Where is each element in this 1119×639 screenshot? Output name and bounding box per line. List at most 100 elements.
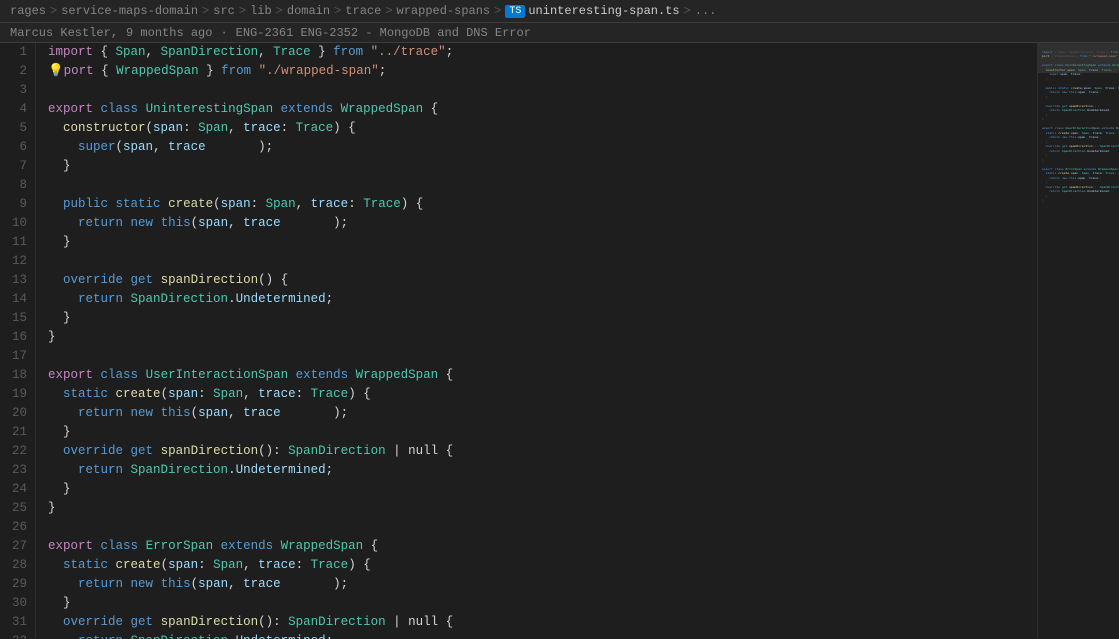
token-prop: Undetermined	[236, 632, 326, 639]
code-editor[interactable]: 1234567891011121314151617181920212223242…	[0, 43, 1037, 639]
breadcrumb-part: src	[213, 4, 235, 18]
code-line: super(span, trace );	[48, 138, 1037, 157]
token-plain: ,	[228, 214, 243, 233]
token-cls: Span	[213, 385, 243, 404]
breadcrumb-part: trace	[345, 4, 381, 18]
token-kw: super	[78, 138, 116, 157]
token-plain: ) {	[401, 195, 424, 214]
token-plain	[123, 442, 131, 461]
line-number: 23	[4, 461, 27, 480]
token-plain: :	[198, 556, 213, 575]
code-line	[48, 347, 1037, 366]
breadcrumb-sep: >	[385, 4, 392, 18]
token-kw2: import	[48, 43, 93, 62]
code-line: }	[48, 594, 1037, 613]
token-fn: create	[116, 385, 161, 404]
line-number: 12	[4, 252, 27, 271]
line-number: 8	[4, 176, 27, 195]
token-cls: SpanDirection	[131, 632, 229, 639]
minimap[interactable]: import { Span, SpanDirection, Trace } fr…	[1037, 43, 1119, 639]
token-plain: {	[93, 43, 116, 62]
token-kw: extends	[281, 100, 334, 119]
line-number: 26	[4, 518, 27, 537]
token-plain	[48, 214, 78, 233]
token-plain: ;	[326, 290, 334, 309]
token-plain	[123, 632, 131, 639]
line-number: 11	[4, 233, 27, 252]
token-cls: SpanDirection	[288, 442, 386, 461]
token-plain: );	[281, 404, 349, 423]
token-cls: Trace	[273, 43, 311, 62]
line-number: 9	[4, 195, 27, 214]
token-cls: SpanDirection	[288, 613, 386, 632]
token-param: span	[198, 575, 228, 594]
minimap-viewport	[1038, 43, 1119, 73]
token-kw: get	[131, 442, 154, 461]
token-kw2: export	[48, 537, 93, 556]
code-content[interactable]: import { Span, SpanDirection, Trace } fr…	[36, 43, 1037, 639]
token-plain: ,	[228, 404, 243, 423]
token-plain: );	[281, 214, 349, 233]
token-plain: ,	[153, 138, 168, 157]
token-plain	[108, 556, 116, 575]
token-plain: ,	[296, 195, 311, 214]
line-number: 25	[4, 499, 27, 518]
code-line: return new this(span, trace );	[48, 575, 1037, 594]
token-plain	[123, 461, 131, 480]
token-plain	[273, 537, 281, 556]
token-plain: (	[191, 404, 199, 423]
token-kw: this	[161, 214, 191, 233]
token-plain: {	[94, 62, 117, 81]
token-kw: this	[161, 575, 191, 594]
token-param: trace	[258, 385, 296, 404]
token-plain: }	[48, 594, 71, 613]
line-number: 20	[4, 404, 27, 423]
token-plain	[138, 537, 146, 556]
line-number: 21	[4, 423, 27, 442]
token-plain: }	[48, 480, 71, 499]
token-cls: WrappedSpan	[281, 537, 364, 556]
code-line: return new this(span, trace );	[48, 214, 1037, 233]
token-kw: new	[131, 214, 154, 233]
token-plain: :	[348, 195, 363, 214]
code-line: override get spanDirection(): SpanDirect…	[48, 613, 1037, 632]
token-plain: ,	[243, 385, 258, 404]
token-plain	[93, 366, 101, 385]
token-param: span	[153, 119, 183, 138]
token-plain: ;	[446, 43, 454, 62]
token-plain: );	[206, 138, 274, 157]
code-line: }	[48, 309, 1037, 328]
token-kw: override	[63, 613, 123, 632]
token-plain: (	[161, 385, 169, 404]
token-plain	[213, 537, 221, 556]
line-number: 28	[4, 556, 27, 575]
token-prop: Undetermined	[236, 461, 326, 480]
token-param: trace	[243, 119, 281, 138]
token-plain	[48, 271, 63, 290]
token-kw: return	[78, 290, 123, 309]
line-number: 4	[4, 100, 27, 119]
git-dot: ·	[220, 26, 227, 40]
token-param: trace	[168, 138, 206, 157]
breadcrumb-part: service-maps-domain	[61, 4, 198, 18]
token-plain: }	[48, 499, 56, 518]
token-plain: {	[438, 366, 453, 385]
token-plain	[48, 575, 78, 594]
token-plain	[348, 366, 356, 385]
breadcrumb-part: rages	[10, 4, 46, 18]
code-line: static create(span: Span, trace: Trace) …	[48, 385, 1037, 404]
token-plain	[123, 271, 131, 290]
token-plain: ,	[258, 43, 273, 62]
token-plain	[108, 195, 116, 214]
git-info-bar: Marcus Kestler, 9 months ago · ENG-2361 …	[0, 23, 1119, 43]
token-str: "./wrapped-span"	[259, 62, 379, 81]
token-cls: SpanDirection	[161, 43, 259, 62]
token-kw: class	[101, 537, 139, 556]
line-number: 29	[4, 575, 27, 594]
code-line: return SpanDirection.Undetermined;	[48, 632, 1037, 639]
token-plain: ;	[326, 632, 334, 639]
token-plain: (	[191, 575, 199, 594]
token-plain	[123, 575, 131, 594]
token-prop: Undetermined	[236, 290, 326, 309]
token-cls: WrappedSpan	[116, 62, 199, 81]
